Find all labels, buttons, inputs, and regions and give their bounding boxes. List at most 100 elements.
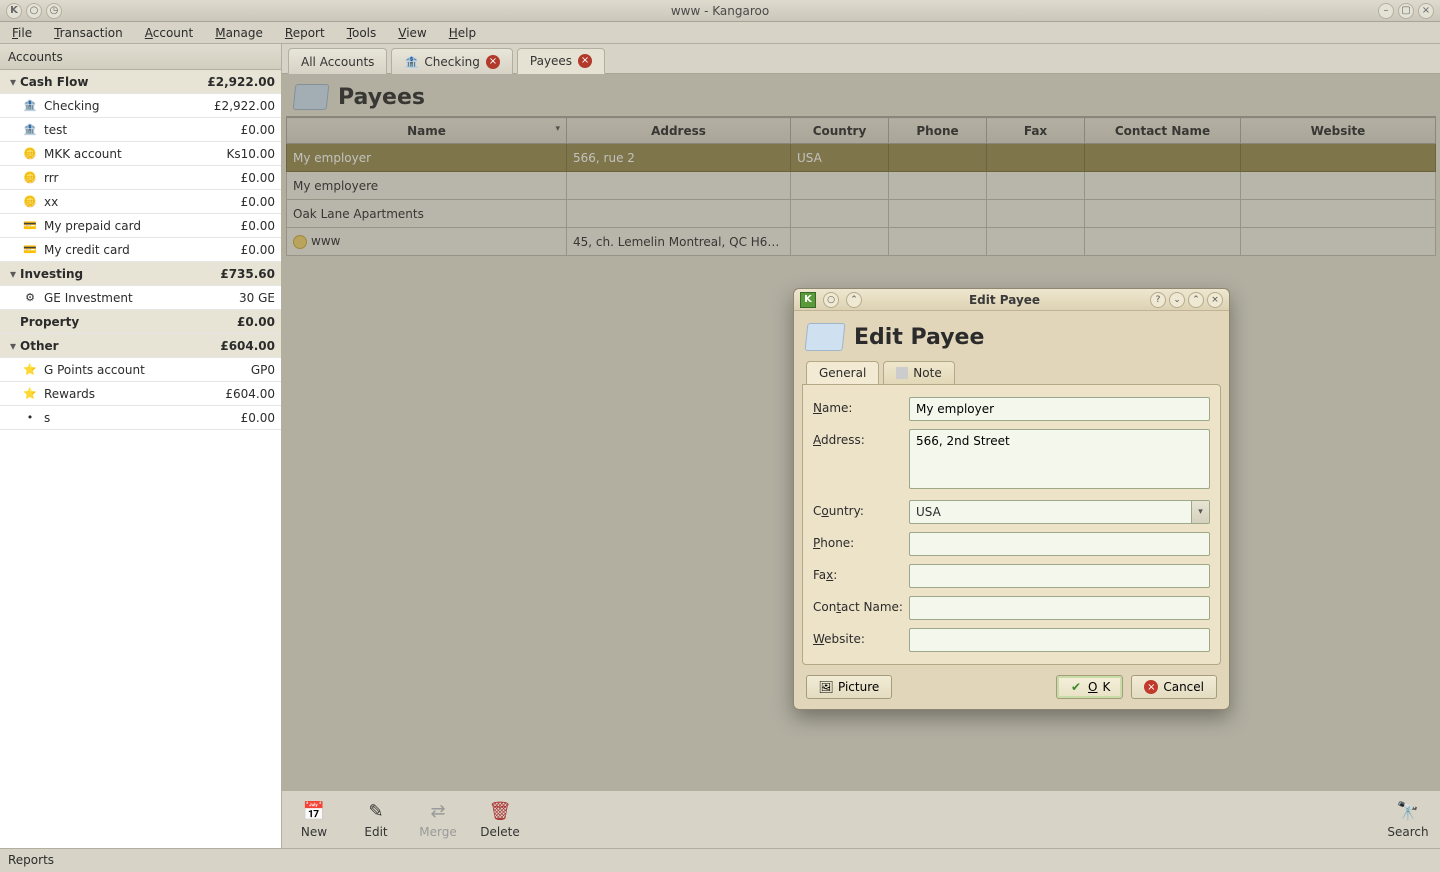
country-select[interactable]: USA▾ <box>909 500 1210 524</box>
app-icon: K <box>800 292 816 308</box>
note-icon <box>896 367 908 379</box>
menu-help[interactable]: Help <box>445 24 480 42</box>
maximize-icon[interactable]: ⌃ <box>1188 292 1204 308</box>
cancel-icon: × <box>1144 680 1158 694</box>
name-field[interactable] <box>909 397 1210 421</box>
menu-manage[interactable]: Manage <box>211 24 267 42</box>
group-name: Property <box>20 315 79 329</box>
merge-icon: ⇄ <box>427 801 449 823</box>
group-name: Other <box>20 339 59 353</box>
label-name: Name: <box>813 397 909 415</box>
menu-report[interactable]: Report <box>281 24 329 42</box>
coin-icon: 🪙 <box>22 194 38 210</box>
tab-close-icon[interactable]: × <box>486 55 500 69</box>
tab-note[interactable]: Note <box>883 361 954 384</box>
account-row[interactable]: 🏦test£0.00 <box>0 118 281 142</box>
account-row[interactable]: •s£0.00 <box>0 406 281 430</box>
tab-label: All Accounts <box>301 55 374 69</box>
group-amount: £604.00 <box>220 339 275 353</box>
group-amount: £735.60 <box>220 267 275 281</box>
account-name: s <box>44 411 50 425</box>
account-row[interactable]: 💳My prepaid card£0.00 <box>0 214 281 238</box>
account-row[interactable]: 🏦Checking£2,922.00 <box>0 94 281 118</box>
tab-close-icon[interactable]: × <box>578 54 592 68</box>
account-row[interactable]: 🪙rrr£0.00 <box>0 166 281 190</box>
account-name: Rewards <box>44 387 95 401</box>
tab-checking[interactable]: 🏦Checking× <box>391 48 512 74</box>
image-icon: 🖼 <box>819 680 833 694</box>
help-icon[interactable]: ? <box>1150 292 1166 308</box>
chevron-icon: ▾ <box>10 267 18 281</box>
contact-name-field[interactable] <box>909 596 1210 620</box>
tab-general[interactable]: General <box>806 361 879 384</box>
account-name: G Points account <box>44 363 145 377</box>
check-icon: ✔ <box>1069 680 1083 694</box>
trash-icon: 🗑 <box>489 801 511 823</box>
account-amount: £0.00 <box>241 219 275 233</box>
edit-button[interactable]: ✎Edit <box>354 801 398 839</box>
tab-all-accounts[interactable]: All Accounts <box>288 48 387 74</box>
chevron-icon: ▾ <box>10 339 18 353</box>
account-group[interactable]: ▾Other £604.00 <box>0 334 281 358</box>
app-icon: K <box>6 3 22 19</box>
account-row[interactable]: 🪙xx£0.00 <box>0 190 281 214</box>
menu-account[interactable]: Account <box>141 24 197 42</box>
account-row[interactable]: 💳My credit card£0.00 <box>0 238 281 262</box>
account-name: My credit card <box>44 243 130 257</box>
pencil-icon: ✎ <box>365 801 387 823</box>
account-group[interactable]: ▾Cash Flow£2,922.00 <box>0 70 281 94</box>
account-row[interactable]: 🪙MKK accountKs10.00 <box>0 142 281 166</box>
titlebar-button[interactable]: ○ <box>26 3 42 19</box>
maximize-icon[interactable]: ▢ <box>1398 3 1414 19</box>
fax-field[interactable] <box>909 564 1210 588</box>
merge-button: ⇄Merge <box>416 801 460 839</box>
dialog-titlebar[interactable]: K ○ ⌃ Edit Payee ? ⌄ ⌃ × <box>794 289 1229 311</box>
star-icon: ⭐ <box>22 362 38 378</box>
star-icon: ⭐ <box>22 386 38 402</box>
account-name: xx <box>44 195 58 209</box>
minimize-icon[interactable]: – <box>1378 3 1394 19</box>
close-icon[interactable]: × <box>1207 292 1223 308</box>
account-row[interactable]: ⭐ G Points account GP0 <box>0 358 281 382</box>
website-field[interactable] <box>909 628 1210 652</box>
chevron-icon: ▾ <box>10 75 18 89</box>
statusbar: Reports <box>0 848 1440 872</box>
account-row[interactable]: ⭐Rewards£604.00 <box>0 382 281 406</box>
account-amount: £0.00 <box>241 243 275 257</box>
titlebar-button[interactable]: ◷ <box>46 3 62 19</box>
delete-button[interactable]: 🗑Delete <box>478 801 522 839</box>
dialog-rollup-icon[interactable]: ⌃ <box>846 292 862 308</box>
coin-icon: 🪙 <box>22 146 38 162</box>
close-icon[interactable]: × <box>1418 3 1434 19</box>
search-button[interactable]: 🔭Search <box>1386 801 1430 839</box>
account-group[interactable]: Property£0.00 <box>0 310 281 334</box>
new-button[interactable]: 📅New <box>292 801 336 839</box>
picture-button[interactable]: 🖼Picture <box>806 675 892 699</box>
ok-button[interactable]: ✔OK <box>1056 675 1123 699</box>
window-titlebar: K ○ ◷ www - Kangaroo – ▢ × <box>0 0 1440 22</box>
bank-icon: 🏦 <box>22 98 38 114</box>
menu-view[interactable]: View <box>394 24 430 42</box>
account-name: GE Investment <box>44 291 133 305</box>
minimize-icon[interactable]: ⌄ <box>1169 292 1185 308</box>
cancel-button[interactable]: ×Cancel <box>1131 675 1217 699</box>
account-name: rrr <box>44 171 58 185</box>
menu-transaction[interactable]: Transaction <box>50 24 127 42</box>
dialog-shade-icon[interactable]: ○ <box>823 292 839 308</box>
payee-icon <box>805 323 846 351</box>
address-field[interactable]: 566, 2nd Street <box>909 429 1210 489</box>
group-name: Cash Flow <box>20 75 88 89</box>
phone-field[interactable] <box>909 532 1210 556</box>
binoculars-icon: 🔭 <box>1397 801 1419 823</box>
label-contact: Contact Name: <box>813 596 909 614</box>
dot-icon: • <box>22 410 38 426</box>
account-group[interactable]: ▾Investing£735.60 <box>0 262 281 286</box>
menu-tools[interactable]: Tools <box>343 24 381 42</box>
account-row[interactable]: ⚙GE Investment30 GE <box>0 286 281 310</box>
bank-icon: 🏦 <box>404 55 418 69</box>
tab-payees[interactable]: Payees× <box>517 48 605 74</box>
account-amount: GP0 <box>251 363 275 377</box>
sidebar: Accounts ▾Cash Flow£2,922.00🏦Checking£2,… <box>0 44 282 848</box>
menu-file[interactable]: File <box>8 24 36 42</box>
account-name: Checking <box>44 99 99 113</box>
